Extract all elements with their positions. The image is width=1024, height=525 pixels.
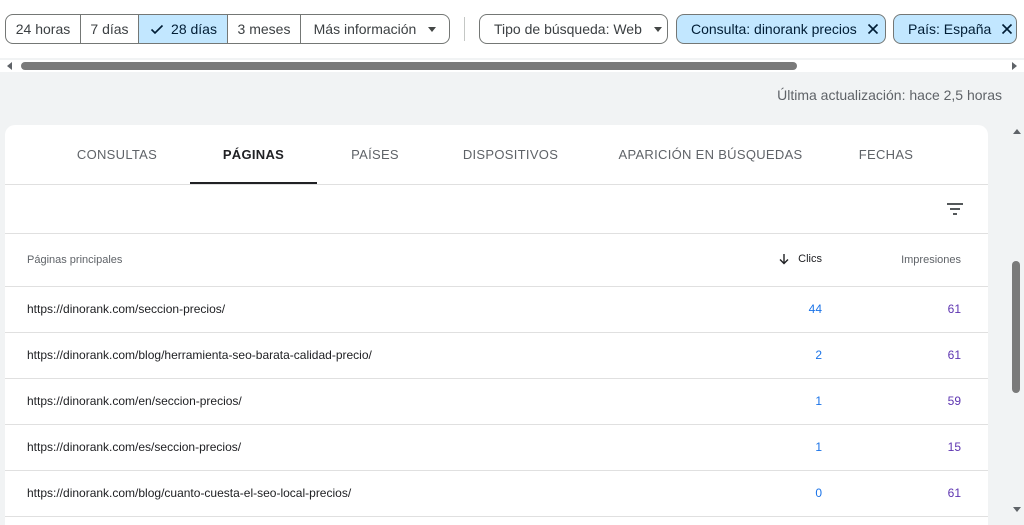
- close-icon[interactable]: [867, 23, 879, 35]
- horizontal-scroll-thumb[interactable]: [21, 62, 797, 70]
- clicks-value: 1: [815, 440, 822, 454]
- tab-queries[interactable]: CONSULTAS: [57, 125, 177, 184]
- tab-search-appearance[interactable]: APARICIÓN EN BÚSQUEDAS: [606, 125, 815, 184]
- date-option-label: 7 días: [90, 21, 129, 37]
- impressions-value: 61: [947, 348, 961, 362]
- column-header-impressions[interactable]: Impresiones: [901, 254, 961, 266]
- tab-label: PÁGINAS: [222, 147, 285, 162]
- tab-devices[interactable]: DISPOSITIVOS: [445, 125, 576, 184]
- tab-label: APARICIÓN EN BÚSQUEDAS: [618, 147, 803, 162]
- tab-label: DISPOSITIVOS: [462, 147, 559, 162]
- report-tabs: CONSULTAS PÁGINAS PAÍSES DISPOSITIVOS AP…: [5, 125, 988, 185]
- last-update-text: Última actualización: hace 2,5 horas: [777, 87, 1002, 103]
- search-type-label: Tipo de búsqueda: Web: [494, 21, 642, 37]
- tab-label: CONSULTAS: [76, 147, 158, 162]
- vertical-scroll-thumb[interactable]: [1012, 261, 1020, 393]
- country-filter-chip[interactable]: País: España: [893, 14, 1017, 44]
- date-option-28d[interactable]: 28 días: [139, 15, 228, 43]
- date-option-7d[interactable]: 7 días: [81, 15, 139, 43]
- date-option-label: 24 horas: [15, 21, 71, 37]
- scroll-down-icon[interactable]: [1013, 507, 1021, 512]
- table-row[interactable]: https://dinorank.com/es/seccion-precios/…: [5, 425, 988, 471]
- date-option-label: 3 meses: [237, 21, 291, 37]
- clicks-value: 44: [808, 302, 822, 316]
- page-url[interactable]: https://dinorank.com/es/seccion-precios/: [27, 440, 241, 454]
- column-header-clicks[interactable]: Clics: [778, 253, 822, 265]
- filter-rows-icon[interactable]: [944, 198, 966, 220]
- scroll-left-icon[interactable]: [7, 62, 12, 70]
- clicks-value: 2: [815, 348, 822, 362]
- close-icon[interactable]: [1001, 23, 1013, 35]
- scroll-right-icon[interactable]: [1012, 62, 1017, 70]
- tab-label: PAÍSES: [351, 147, 399, 162]
- impressions-value: 61: [947, 302, 961, 316]
- search-type-dropdown[interactable]: Tipo de búsqueda: Web: [479, 14, 668, 44]
- page-url[interactable]: https://dinorank.com/en/seccion-precios/: [27, 394, 242, 408]
- table-row[interactable]: https://dinorank.com/en/seccion-precios/…: [5, 379, 988, 425]
- clicks-value: 0: [815, 486, 822, 500]
- date-option-label: 28 días: [171, 21, 217, 37]
- dropdown-caret-icon: [428, 26, 437, 32]
- column-header-clicks-label: Clics: [798, 253, 822, 265]
- date-option-24h[interactable]: 24 horas: [6, 15, 81, 43]
- more-info-dropdown[interactable]: Más información: [301, 15, 449, 43]
- table-row[interactable]: https://dinorank.com/blog/cuanto-cuesta-…: [5, 471, 988, 517]
- scroll-up-icon[interactable]: [1013, 129, 1021, 134]
- impressions-value: 15: [947, 440, 961, 454]
- clicks-value: 1: [815, 394, 822, 408]
- filter-bar: 24 horas 7 días 28 días 3 meses Más info…: [0, 0, 1024, 58]
- date-option-3m[interactable]: 3 meses: [228, 15, 301, 43]
- query-filter-chip[interactable]: Consulta: dinorank precios: [676, 14, 886, 44]
- table-row[interactable]: https://dinorank.com/blog/herramienta-se…: [5, 333, 988, 379]
- impressions-value: 59: [947, 394, 961, 408]
- table-toolbar: [5, 185, 988, 234]
- tab-dates[interactable]: FECHAS: [841, 125, 931, 184]
- table-header: Páginas principales Clics Impresiones: [5, 234, 988, 287]
- page-url[interactable]: https://dinorank.com/seccion-precios/: [27, 302, 225, 316]
- table-row[interactable]: https://dinorank.com/seccion-precios/ 44…: [5, 287, 988, 333]
- more-info-label: Más información: [313, 21, 417, 37]
- page-url[interactable]: https://dinorank.com/blog/cuanto-cuesta-…: [27, 486, 351, 500]
- country-filter-label: País: España: [908, 21, 992, 37]
- tab-pages[interactable]: PÁGINAS: [190, 125, 317, 184]
- query-filter-label: Consulta: dinorank precios: [691, 21, 857, 37]
- column-header-pages: Páginas principales: [27, 254, 123, 266]
- report-card: CONSULTAS PÁGINAS PAÍSES DISPOSITIVOS AP…: [5, 125, 988, 525]
- sort-descending-icon: [779, 254, 789, 265]
- vertical-scrollbar[interactable]: [1010, 125, 1024, 516]
- dropdown-caret-icon: [653, 26, 662, 32]
- date-range-selector: 24 horas 7 días 28 días 3 meses Más info…: [5, 14, 450, 44]
- tab-countries[interactable]: PAÍSES: [325, 125, 425, 184]
- page-url[interactable]: https://dinorank.com/blog/herramienta-se…: [27, 348, 372, 362]
- horizontal-scrollbar[interactable]: [0, 60, 1024, 72]
- check-icon: [150, 24, 164, 35]
- impressions-value: 61: [947, 486, 961, 500]
- tab-label: FECHAS: [858, 147, 914, 162]
- filter-divider: [464, 17, 465, 41]
